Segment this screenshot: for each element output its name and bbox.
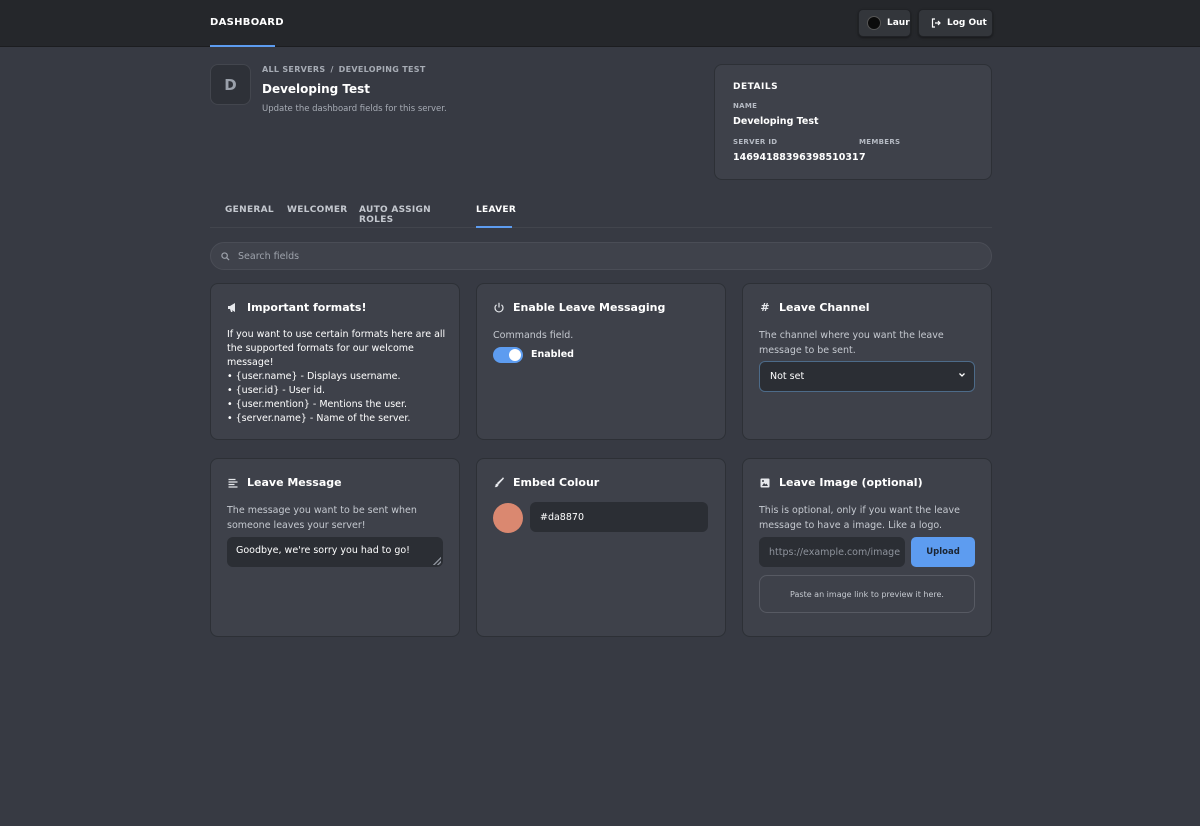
formats-intro: If you want to use certain formats here …	[227, 329, 446, 368]
colour-swatch[interactable]	[493, 503, 523, 533]
user-name: Laur	[887, 18, 910, 28]
channel-desc: The channel where you want the leave mes…	[759, 330, 944, 356]
power-icon	[494, 302, 504, 313]
image-title: Leave Image (optional)	[779, 476, 923, 489]
leave-image-card: Leave Image (optional) This is optional,…	[742, 458, 992, 637]
colour-title: Embed Colour	[513, 476, 600, 489]
breadcrumb-separator: /	[330, 65, 334, 74]
details-heading: DETAILS	[733, 82, 779, 92]
format-line: • {user.name} - Displays username.	[227, 371, 401, 382]
top-navbar: DASHBOARD Laur Log Out	[0, 0, 1200, 47]
tab-auto-assign-roles[interactable]: AUTO ASSIGN ROLES	[359, 200, 461, 228]
search-icon	[221, 251, 230, 261]
megaphone-icon	[228, 303, 235, 312]
enable-title: Enable Leave Messaging	[513, 301, 666, 314]
upload-button[interactable]: Upload	[911, 537, 975, 567]
channel-selected-value: Not set	[770, 371, 805, 382]
format-line: • {user.mention} - Mentions the user.	[227, 399, 408, 410]
logout-button[interactable]: Log Out	[918, 9, 993, 37]
members-value: 7	[859, 152, 866, 163]
formats-card: Important formats! If you want to use ce…	[210, 283, 460, 440]
image-icon	[760, 478, 770, 487]
tab-general[interactable]: GENERAL	[225, 200, 274, 228]
card-header: Embed Colour	[493, 476, 599, 489]
card-header: Leave Image (optional)	[759, 476, 923, 489]
page-subtitle: Update the dashboard fields for this ser…	[262, 104, 447, 114]
details-panel: DETAILS NAME Developing Test SERVER ID 1…	[714, 64, 992, 180]
formats-body: If you want to use certain formats here …	[227, 328, 449, 426]
name-value: Developing Test	[733, 116, 819, 127]
brush-icon	[494, 477, 505, 488]
formats-title: Important formats!	[247, 301, 367, 314]
toggle-label: Enabled	[531, 349, 574, 360]
format-line: • {server.name} - Name of the server.	[227, 413, 411, 424]
tab-welcomer[interactable]: WELCOMER	[287, 200, 347, 228]
message-desc: The message you want to be sent when som…	[227, 505, 417, 531]
leave-message-card: Leave Message The message you want to be…	[210, 458, 460, 637]
leave-channel-card: # Leave Channel The channel where you wa…	[742, 283, 992, 440]
card-header: Important formats!	[227, 301, 367, 314]
card-header: Leave Message	[227, 476, 342, 489]
breadcrumb-all-servers[interactable]: ALL SERVERS	[262, 65, 325, 74]
user-menu-button[interactable]: Laur	[858, 9, 911, 37]
channel-select[interactable]: Not set	[759, 361, 975, 392]
image-preview-box: Paste an image link to preview it here.	[759, 575, 975, 613]
tab-bar: GENERAL WELCOMER AUTO ASSIGN ROLES LEAVE…	[210, 200, 992, 228]
card-header: Enable Leave Messaging	[493, 301, 665, 314]
enable-toggle[interactable]	[493, 347, 523, 363]
align-left-icon	[228, 478, 238, 488]
avatar	[867, 16, 881, 30]
nav-dashboard-link[interactable]: DASHBOARD	[210, 0, 284, 47]
breadcrumb: ALL SERVERS / DEVELOPING TEST	[262, 65, 426, 74]
server-icon: D	[210, 64, 251, 105]
message-title: Leave Message	[247, 476, 342, 489]
members-label: MEMBERS	[859, 138, 901, 146]
name-label: NAME	[733, 102, 758, 110]
page-title: Developing Test	[262, 82, 371, 96]
leave-message-value: Goodbye, we're sorry you had to go!	[236, 545, 410, 556]
tab-leaver[interactable]: LEAVER	[476, 200, 516, 228]
server-id-label: SERVER ID	[733, 138, 778, 146]
image-desc: This is optional, only if you want the l…	[759, 505, 960, 531]
channel-title: Leave Channel	[779, 301, 870, 314]
server-id-value: 1469418839639851031	[733, 152, 859, 163]
hash-icon: #	[760, 301, 770, 314]
enable-leave-card: Enable Leave Messaging Commands field. E…	[476, 283, 726, 440]
logout-label: Log Out	[947, 18, 987, 28]
embed-colour-card: Embed Colour #da8870	[476, 458, 726, 637]
resize-handle-icon[interactable]	[433, 557, 441, 565]
search-input[interactable]	[238, 250, 938, 262]
image-url-input[interactable]: https://example.com/image	[759, 537, 905, 567]
search-bar	[210, 242, 992, 270]
format-line: • {user.id} - User id.	[227, 385, 326, 396]
enable-desc: Commands field.	[493, 330, 574, 341]
chevron-down-icon	[959, 373, 965, 377]
logout-icon	[931, 18, 941, 28]
hex-colour-input[interactable]: #da8870	[530, 502, 708, 532]
card-header: # Leave Channel	[759, 301, 870, 314]
leave-message-textarea[interactable]: Goodbye, we're sorry you had to go!	[227, 537, 443, 567]
breadcrumb-current: DEVELOPING TEST	[338, 65, 426, 74]
